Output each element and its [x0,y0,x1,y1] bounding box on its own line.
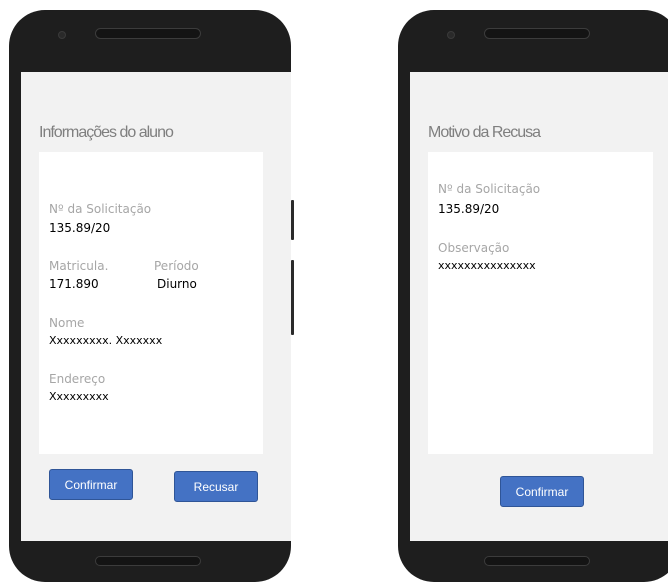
registration-value: 171.890 [49,277,99,291]
name-value: Xxxxxxxxx. Xxxxxxx [49,334,163,347]
period-value: Diurno [157,277,197,291]
request-number-label: Nº da Solicitação [49,202,152,216]
phone-refusal-reason: Motivo da Recusa Nº da Solicitação 135.8… [398,10,668,582]
screen-refusal-reason: Motivo da Recusa Nº da Solicitação 135.8… [410,72,668,541]
registration-label: Matricula. [49,259,109,273]
reject-button[interactable]: Recusar [174,471,258,502]
request-number-value: 135.89/20 [49,221,111,235]
camera-icon [447,31,455,39]
request-number-value: 135.89/20 [438,202,500,216]
camera-icon [58,31,66,39]
address-label: Endereço [49,372,106,386]
confirm-button[interactable]: Confirmar [500,476,584,507]
speaker-top [484,28,590,39]
refusal-card: Nº da Solicitação 135.89/20 Observação x… [428,152,653,454]
student-info-card: Nº da Solicitação 135.89/20 Matricula. 1… [39,152,263,454]
speaker-top [95,28,201,39]
phone-student-info: Informações do aluno Nº da Solicitação 1… [9,10,294,582]
observation-label: Observação [438,241,510,255]
name-label: Nome [49,316,85,330]
volume-button [291,200,294,240]
page-title: Informações do aluno [39,124,174,141]
speaker-bottom [95,556,201,566]
confirm-button[interactable]: Confirmar [49,469,133,500]
page-title: Motivo da Recusa [428,124,541,141]
observation-value: xxxxxxxxxxxxxxx [438,259,536,272]
request-number-label: Nº da Solicitação [438,182,541,196]
period-label: Período [154,259,199,273]
speaker-bottom [484,556,590,566]
address-value: Xxxxxxxxx [49,390,109,403]
screen-student-info: Informações do aluno Nº da Solicitação 1… [21,72,291,541]
power-button [291,260,294,335]
